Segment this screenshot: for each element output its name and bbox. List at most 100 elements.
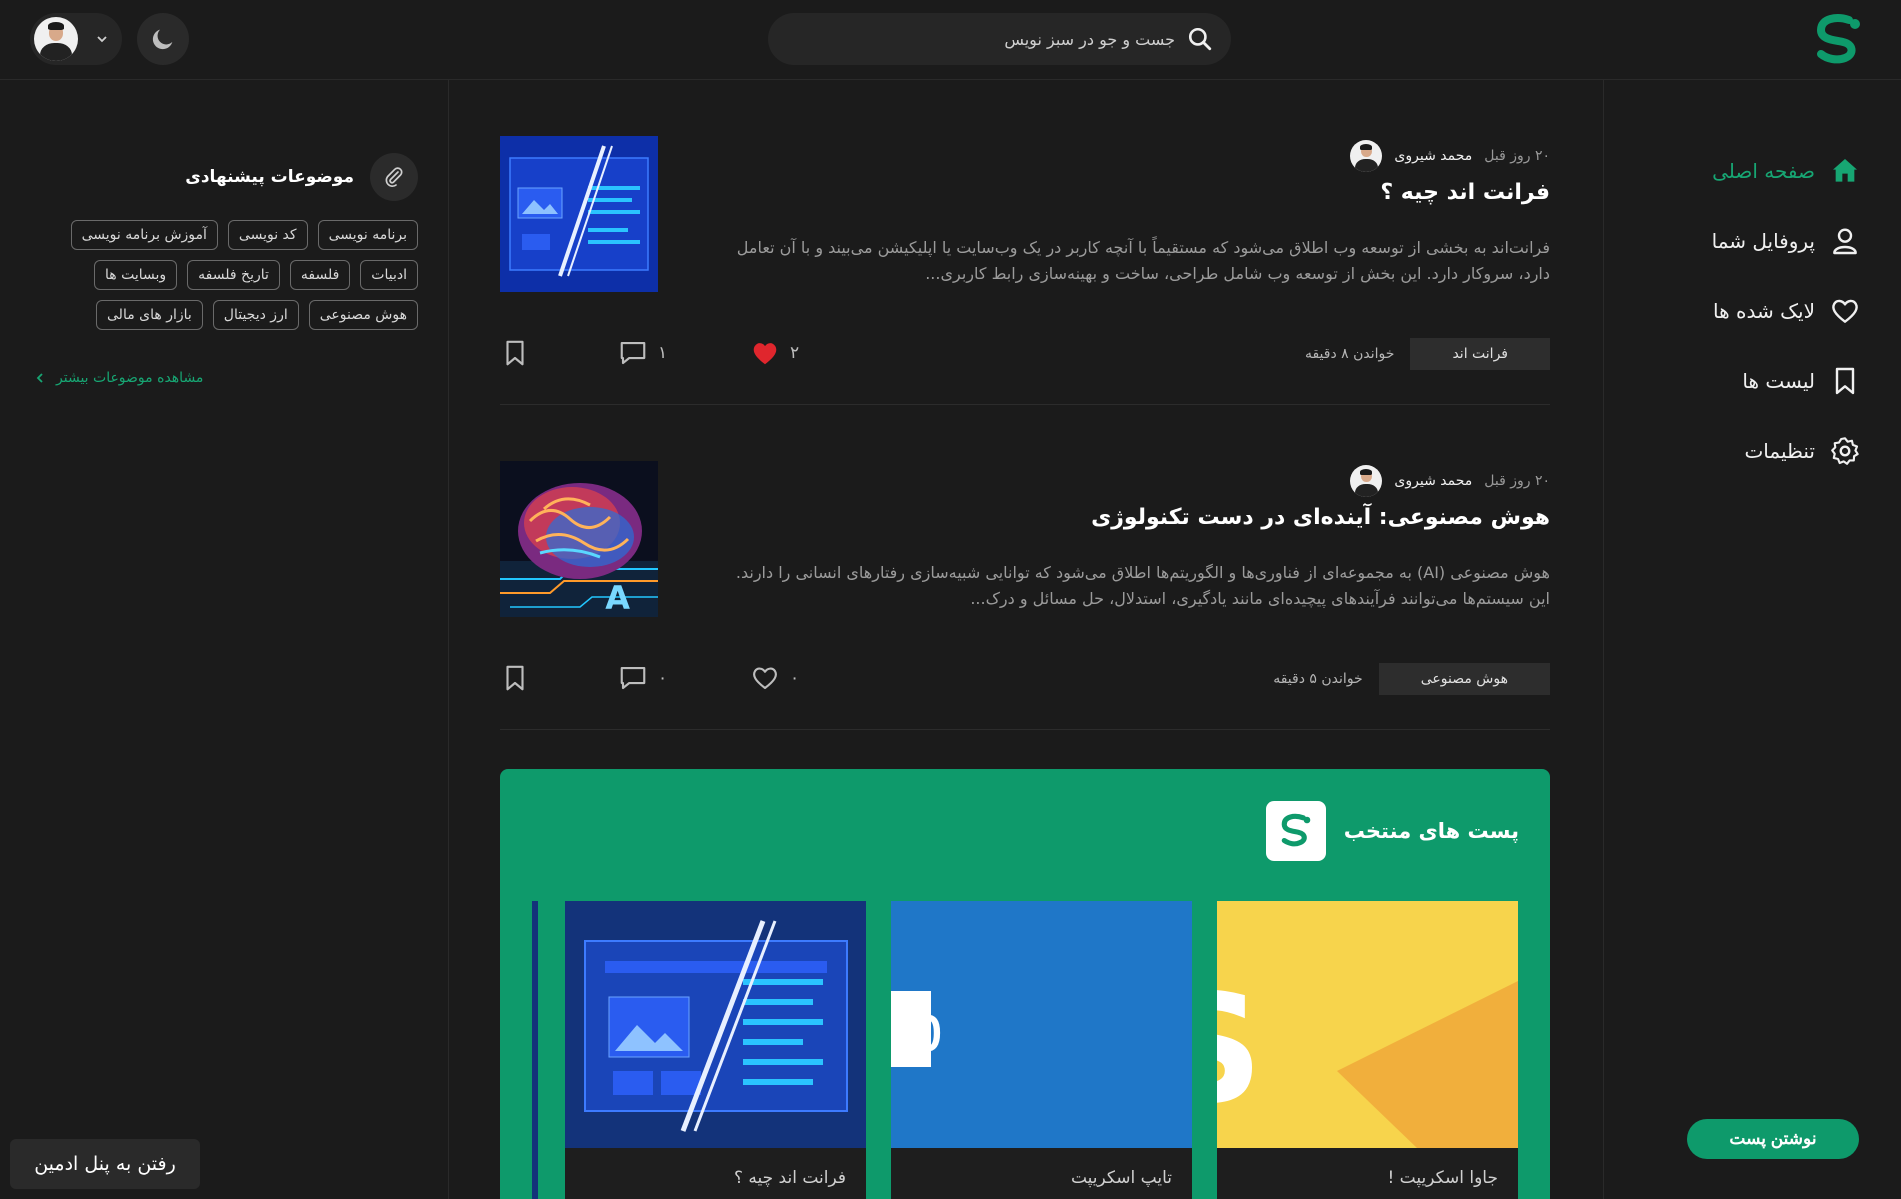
like-button[interactable]: ۰ (750, 663, 799, 693)
category-badge[interactable]: هوش مصنوعی (1378, 663, 1550, 695)
carousel-partial-card (532, 901, 538, 1199)
like-count: ۰ (790, 668, 800, 688)
like-button[interactable]: ۲ (750, 338, 799, 368)
topic-tag[interactable]: وبسایت ها (94, 260, 178, 290)
featured-card[interactable]: TS TypeScrip تایپ اسکریپت (891, 901, 1192, 1199)
post-title[interactable]: فرانت اند چیه ؟ (1380, 180, 1550, 205)
author-avatar[interactable] (1350, 465, 1383, 497)
comment-count: ۱ (658, 343, 668, 363)
bookmark-button[interactable] (500, 663, 530, 693)
topic-tag[interactable]: کد نویسی (227, 220, 308, 250)
nav-label: صفحه اصلی (1712, 159, 1815, 183)
topic-tag[interactable]: فلسفه (289, 260, 351, 290)
read-time: خواندن ۸ دقیقه (1304, 346, 1395, 362)
author-name[interactable]: محمد شیروی (1394, 148, 1472, 164)
chevron-left-icon (36, 373, 43, 383)
home-icon (1833, 159, 1857, 182)
svg-text:A: A (605, 579, 630, 617)
topic-tag[interactable]: تاریخ فلسفه (187, 260, 280, 290)
comment-count: ۰ (658, 668, 668, 688)
post-thumbnail-frontend[interactable] (500, 136, 658, 292)
more-topics-label: مشاهده موضوعات بیشتر (56, 370, 204, 386)
heart-filled-icon (753, 343, 777, 365)
post-author-row: ۲۰ روز قبل محمد شیروی (1350, 140, 1550, 172)
nav-item-profile[interactable]: پروفایل شما (1712, 225, 1861, 257)
typescript-logo-text: TypeScrip (891, 990, 943, 1066)
topic-tags: برنامه نویسی کد نویسی آموزش برنامه نویسی… (63, 220, 418, 330)
comment-icon (620, 666, 646, 690)
post-thumbnail-ai[interactable]: A (500, 461, 658, 617)
featured-image-typescript: TS TypeScrip (891, 901, 1192, 1148)
featured-posts-section: پست های منتخب JS جاوا اسکریپت ! TS (500, 769, 1550, 1199)
author-avatar[interactable] (1350, 140, 1383, 172)
chevron-down-icon (97, 36, 107, 43)
post-time: ۲۰ روز قبل (1484, 473, 1550, 489)
more-topics-link[interactable]: مشاهده موضوعات بیشتر (34, 370, 203, 386)
post-title[interactable]: هوش مصنوعی: آینده‌ای در دست تکنولوژی (1091, 505, 1550, 530)
post-card[interactable]: A ۲۰ روز قبل محمد شیروی هوش مصنوعی: آیند… (500, 405, 1550, 730)
paperclip-icon (370, 153, 418, 201)
bookmark-button[interactable] (500, 338, 530, 368)
featured-caption[interactable]: جاوا اسکریپت ! (1387, 1168, 1498, 1188)
featured-image-frontend (565, 901, 866, 1148)
gear-icon (1831, 437, 1859, 465)
post-excerpt: هوش مصنوعی (AI) به مجموعه‌ای از فناوری‌ه… (735, 563, 1550, 608)
post-actions: ۲ ۱ (500, 338, 810, 372)
topics-header: موضوعات پیشنهادی (185, 153, 418, 201)
nav-item-liked[interactable]: لایک شده ها (1713, 295, 1861, 327)
featured-title: پست های منتخب (1343, 819, 1519, 843)
nav-item-lists[interactable]: لیست ها (1742, 365, 1861, 397)
topic-tag[interactable]: ارز دیجیتال (212, 300, 299, 330)
nav-label: لایک شده ها (1713, 299, 1815, 323)
topic-tag[interactable]: بازار های مالی (96, 300, 203, 330)
search-icon[interactable] (1187, 26, 1213, 52)
nav-label: پروفایل شما (1711, 229, 1815, 253)
topic-tag[interactable]: برنامه نویسی (317, 220, 418, 250)
nav-item-home[interactable]: صفحه اصلی (1712, 155, 1861, 187)
main-navigation: صفحه اصلی پروفایل شما لایک شده ها لیست ه… (1603, 80, 1901, 1199)
js-logo-text: JS (1217, 963, 1263, 1137)
post-actions: ۰ ۰ (500, 663, 810, 697)
user-menu[interactable] (30, 13, 122, 65)
featured-caption[interactable]: تایپ اسکریپت (1071, 1168, 1172, 1188)
post-author-row: ۲۰ روز قبل محمد شیروی (1350, 465, 1550, 497)
post-excerpt: فرانت‌اند به بخشی از توسعه وب اطلاق می‌ش… (736, 238, 1550, 283)
comment-icon (620, 341, 646, 365)
featured-image-js: JS (1217, 901, 1518, 1148)
featured-header: پست های منتخب (1265, 801, 1519, 861)
write-post-button[interactable]: نوشتن پست (1687, 1119, 1859, 1159)
topic-tag[interactable]: آموزش برنامه نویسی (70, 220, 218, 250)
comment-button[interactable]: ۰ (618, 663, 667, 693)
admin-panel-button[interactable]: رفتن به پنل ادمین (10, 1139, 200, 1189)
bookmark-icon (506, 340, 524, 366)
suggested-topics-sidebar: موضوعات پیشنهادی برنامه نویسی کد نویسی آ… (0, 80, 449, 1199)
logo-icon (1265, 801, 1326, 861)
topic-tag[interactable]: ادبیات (360, 260, 418, 290)
nav-label: لیست ها (1742, 369, 1815, 393)
bookmark-icon (506, 665, 524, 691)
post-meta: هوش مصنوعی خواندن ۵ دقیقه (1273, 663, 1550, 695)
comment-button[interactable]: ۱ (618, 338, 667, 368)
topic-tag[interactable]: هوش مصنوعی (308, 300, 418, 330)
heart-icon (1832, 299, 1858, 323)
logo-icon[interactable] (1809, 10, 1869, 70)
featured-card[interactable]: JS جاوا اسکریپت ! (1217, 901, 1518, 1199)
author-name[interactable]: محمد شیروی (1394, 473, 1472, 489)
bookmark-icon (1835, 367, 1855, 395)
nav-label: تنظیمات (1744, 439, 1815, 463)
user-icon (1833, 228, 1857, 255)
post-card[interactable]: ۲۰ روز قبل محمد شیروی فرانت اند چیه ؟ فر… (500, 80, 1550, 405)
moon-icon (152, 29, 173, 50)
featured-card[interactable]: فرانت اند چیه ؟ (565, 901, 866, 1199)
category-badge[interactable]: فرانت اند (1410, 338, 1550, 370)
topics-title: موضوعات پیشنهادی (185, 167, 354, 187)
avatar (34, 17, 78, 61)
heart-icon (753, 667, 777, 690)
search-input[interactable] (786, 29, 1187, 49)
search-bar[interactable] (768, 13, 1231, 65)
nav-item-settings[interactable]: تنظیمات (1744, 435, 1861, 467)
featured-caption[interactable]: فرانت اند چیه ؟ (734, 1168, 846, 1188)
theme-toggle-button[interactable] (137, 13, 189, 65)
top-bar (0, 0, 1901, 80)
read-time: خواندن ۵ دقیقه (1273, 671, 1363, 687)
